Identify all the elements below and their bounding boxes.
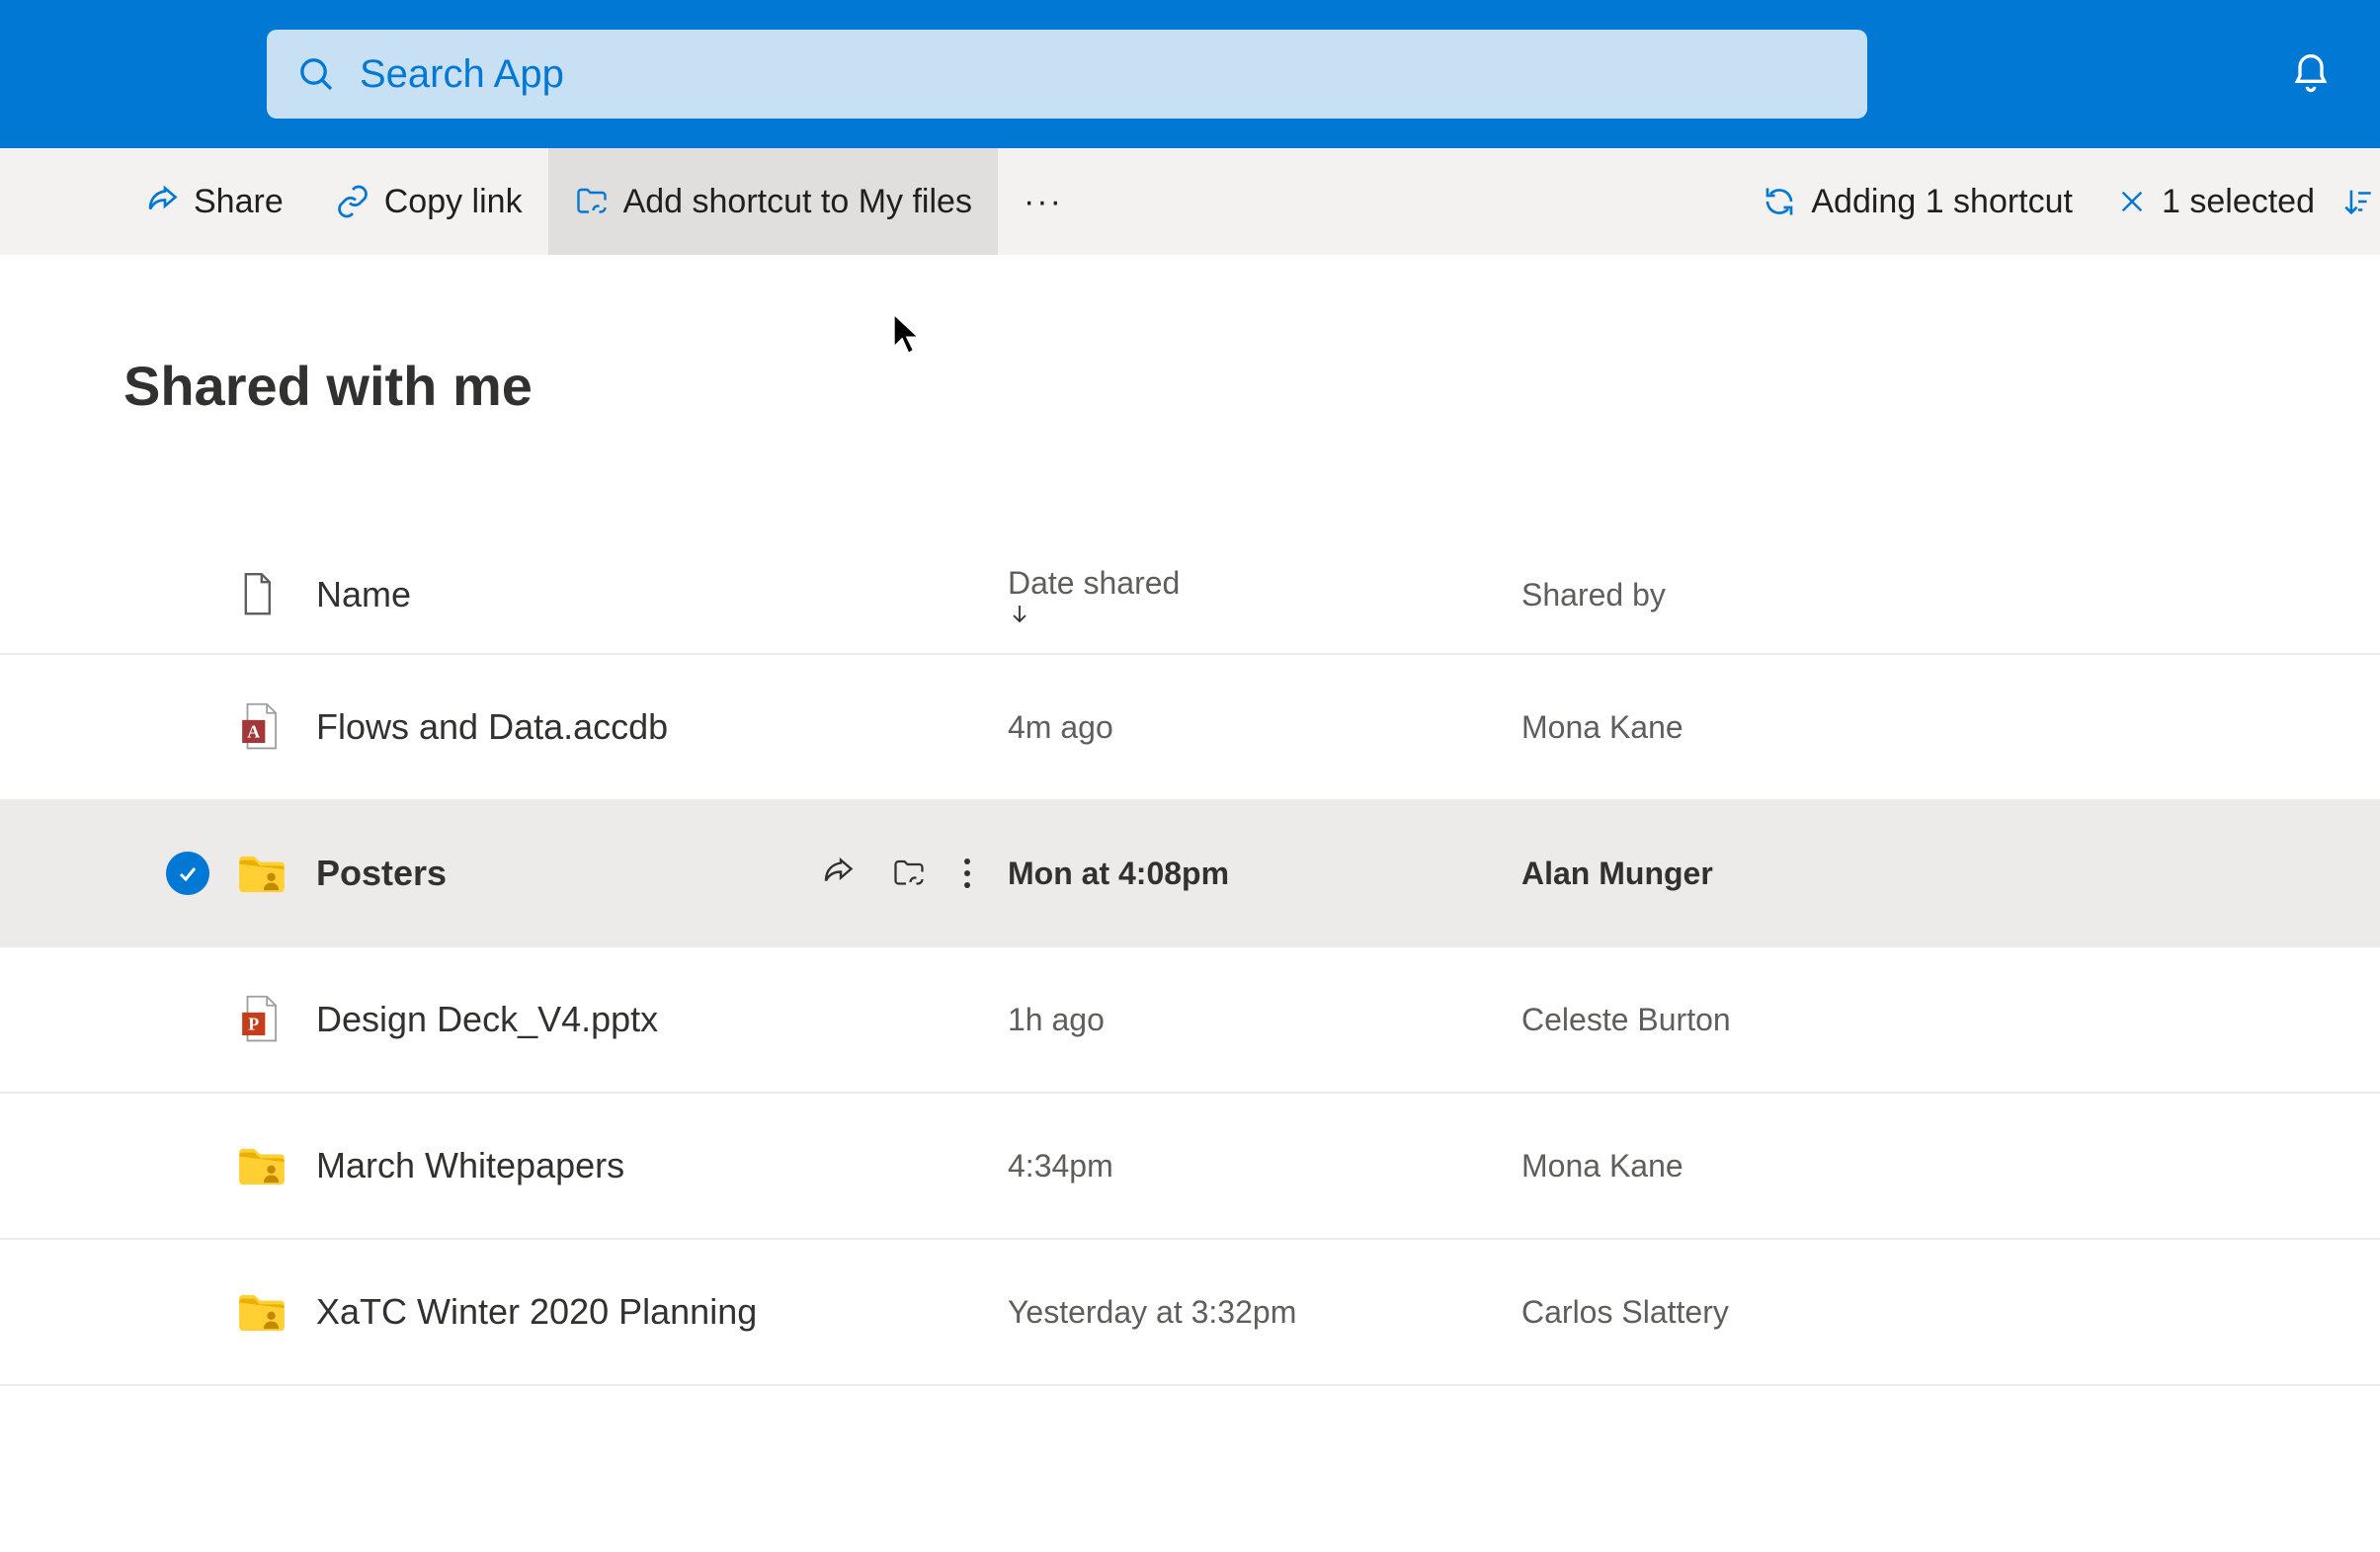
powerpoint-icon: P bbox=[237, 995, 316, 1044]
add-shortcut-label: Add shortcut to My files bbox=[623, 183, 972, 221]
more-button[interactable]: ··· bbox=[998, 148, 1089, 255]
table-row[interactable]: XaTC Winter 2020 Planning Yesterday at 3:… bbox=[0, 1240, 2380, 1386]
col-sharedby-label[interactable]: Shared by bbox=[1521, 577, 1666, 613]
shared-by: Mona Kane bbox=[1521, 1148, 2380, 1184]
command-bar: Share Copy link Add shortcut to My files… bbox=[0, 148, 2380, 255]
search-input[interactable] bbox=[360, 52, 1838, 97]
selected-count-label: 1 selected bbox=[2162, 183, 2315, 221]
sort-button[interactable] bbox=[2337, 148, 2380, 255]
checkmark-icon[interactable] bbox=[166, 852, 209, 895]
date-shared: Mon at 4:08pm bbox=[1008, 856, 1521, 892]
table-row[interactable]: P Design Deck_V4.pptx 1h agoCeleste Burto… bbox=[0, 947, 2380, 1094]
copy-link-label: Copy link bbox=[384, 183, 523, 221]
file-icon bbox=[237, 571, 316, 618]
share-label: Share bbox=[194, 183, 284, 221]
close-icon bbox=[2116, 186, 2148, 217]
table-row[interactable]: March Whitepapers 4:34pmMona Kane bbox=[0, 1094, 2380, 1240]
table-row[interactable]: Posters Mon at 4:08pmAlan Munger bbox=[0, 801, 2380, 947]
file-name[interactable]: March Whitepapers bbox=[316, 1145, 624, 1186]
search-box[interactable] bbox=[267, 30, 1867, 119]
folder-user-icon bbox=[237, 1145, 316, 1186]
table-header-row: Name Date shared Shared by bbox=[0, 536, 2380, 655]
sort-icon bbox=[2341, 185, 2375, 218]
col-name-label[interactable]: Name bbox=[316, 574, 411, 615]
access-icon: A bbox=[237, 702, 316, 752]
svg-text:A: A bbox=[247, 722, 260, 742]
sort-arrow-down-icon bbox=[1008, 602, 1521, 625]
shared-by: Alan Munger bbox=[1521, 856, 2380, 892]
file-table: Name Date shared Shared by A Flows and D… bbox=[0, 536, 2380, 1386]
notifications-icon[interactable] bbox=[2289, 52, 2333, 96]
date-shared: 4:34pm bbox=[1008, 1148, 1521, 1184]
file-name[interactable]: Flows and Data.accdb bbox=[316, 706, 668, 748]
file-name[interactable]: Design Deck_V4.pptx bbox=[316, 999, 658, 1040]
folder-link-icon[interactable] bbox=[891, 856, 927, 891]
link-icon bbox=[335, 184, 370, 219]
col-date-label[interactable]: Date shared bbox=[1008, 565, 1180, 601]
share-icon bbox=[144, 184, 180, 219]
adding-shortcut-label: Adding 1 shortcut bbox=[1811, 183, 2073, 221]
sync-icon bbox=[1762, 184, 1797, 219]
file-name[interactable]: Posters bbox=[316, 853, 447, 894]
share-icon[interactable] bbox=[820, 856, 856, 891]
more-label: ··· bbox=[1024, 183, 1063, 221]
folder-user-icon bbox=[237, 853, 316, 894]
shared-by: Carlos Slattery bbox=[1521, 1294, 2380, 1331]
date-shared: 1h ago bbox=[1008, 1002, 1521, 1038]
date-shared: 4m ago bbox=[1008, 709, 1521, 746]
shared-by: Mona Kane bbox=[1521, 709, 2380, 746]
share-button[interactable]: Share bbox=[119, 148, 309, 255]
svg-text:P: P bbox=[248, 1015, 259, 1034]
more-icon[interactable] bbox=[962, 856, 972, 891]
app-header bbox=[0, 0, 2380, 148]
file-name[interactable]: XaTC Winter 2020 Planning bbox=[316, 1291, 757, 1333]
folder-user-icon bbox=[237, 1291, 316, 1333]
page-title: Shared with me bbox=[0, 255, 2380, 418]
search-icon bbox=[296, 54, 336, 94]
folder-link-icon bbox=[574, 184, 610, 219]
adding-shortcut-status: Adding 1 shortcut bbox=[1740, 148, 2094, 255]
copy-link-button[interactable]: Copy link bbox=[309, 148, 548, 255]
add-shortcut-button[interactable]: Add shortcut to My files bbox=[548, 148, 998, 255]
table-row[interactable]: A Flows and Data.accdb 4m agoMona Kane bbox=[0, 655, 2380, 801]
clear-selection-button[interactable]: 1 selected bbox=[2094, 148, 2337, 255]
shared-by: Celeste Burton bbox=[1521, 1002, 2380, 1038]
date-shared: Yesterday at 3:32pm bbox=[1008, 1294, 1521, 1331]
